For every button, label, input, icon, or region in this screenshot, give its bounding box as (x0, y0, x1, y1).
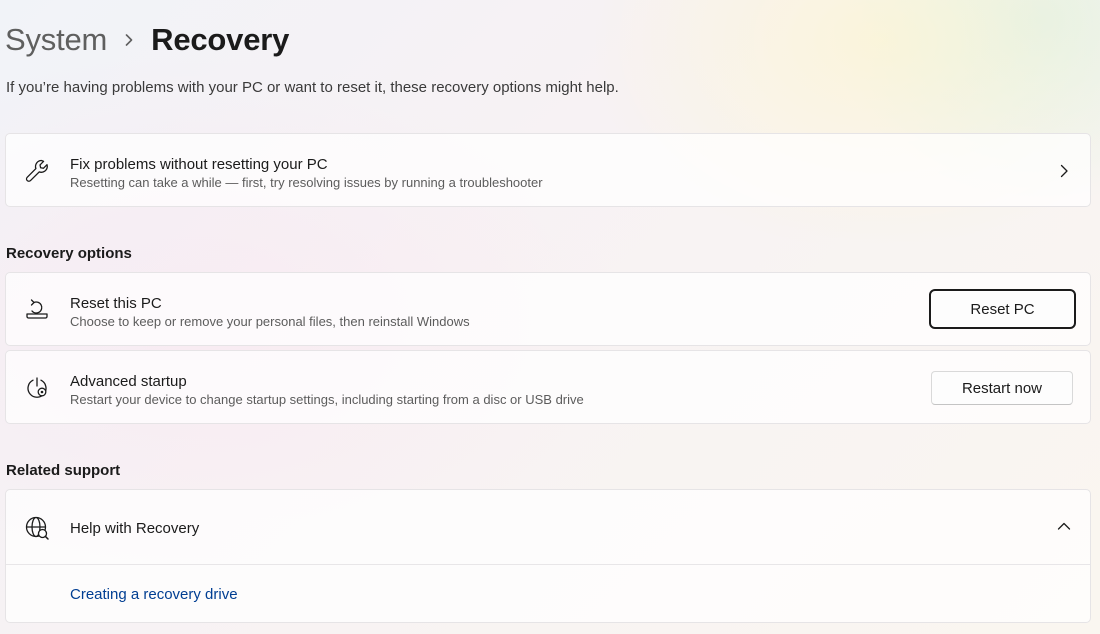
recovery-options-heading: Recovery options (6, 245, 132, 262)
advanced-startup-card: Advanced startup Restart your device to … (5, 350, 1091, 424)
page-title: Recovery (151, 22, 290, 57)
breadcrumb-chevron-icon (107, 33, 151, 47)
help-with-recovery-text: Help with Recovery (70, 519, 199, 538)
reset-pc-icon (23, 296, 51, 324)
breadcrumb-system-link[interactable]: System (5, 22, 107, 58)
fix-problems-title: Fix problems without resetting your PC (70, 156, 328, 173)
restart-now-button[interactable]: Restart now (931, 371, 1073, 405)
fix-problems-card[interactable]: Fix problems without resetting your PC R… (5, 133, 1091, 207)
advanced-startup-text: Advanced startup Restart your device to … (70, 372, 584, 409)
reset-pc-title: Reset this PC (70, 295, 162, 312)
chevron-right-icon (1056, 163, 1072, 179)
reset-pc-text: Reset this PC Choose to keep or remove y… (70, 294, 470, 331)
creating-recovery-drive-link[interactable]: Creating a recovery drive (70, 586, 238, 603)
advanced-startup-icon (23, 374, 51, 402)
fix-problems-text: Fix problems without resetting your PC R… (70, 155, 543, 192)
globe-help-icon (23, 514, 51, 542)
reset-pc-description: Choose to keep or remove your personal f… (70, 314, 470, 329)
advanced-startup-description: Restart your device to change startup se… (70, 392, 584, 407)
wrench-icon (23, 157, 51, 185)
help-with-recovery-title: Help with Recovery (70, 520, 200, 537)
breadcrumb: System Recovery (5, 18, 289, 62)
recovery-settings-page: System Recovery If you’re having problem… (0, 0, 1100, 634)
page-subtitle: If you’re having problems with your PC o… (6, 79, 619, 96)
reset-pc-card: Reset this PC Choose to keep or remove y… (5, 272, 1091, 346)
advanced-startup-title: Advanced startup (70, 373, 187, 390)
help-with-recovery-header[interactable]: Help with Recovery (6, 490, 1090, 564)
help-divider (6, 564, 1090, 565)
help-with-recovery-card: Help with Recovery Creating a recovery d… (5, 489, 1091, 623)
fix-problems-description: Resetting can take a while — first, try … (70, 175, 543, 190)
chevron-up-icon[interactable] (1056, 518, 1072, 534)
reset-pc-button[interactable]: Reset PC (929, 289, 1076, 329)
related-support-heading: Related support (6, 462, 121, 479)
